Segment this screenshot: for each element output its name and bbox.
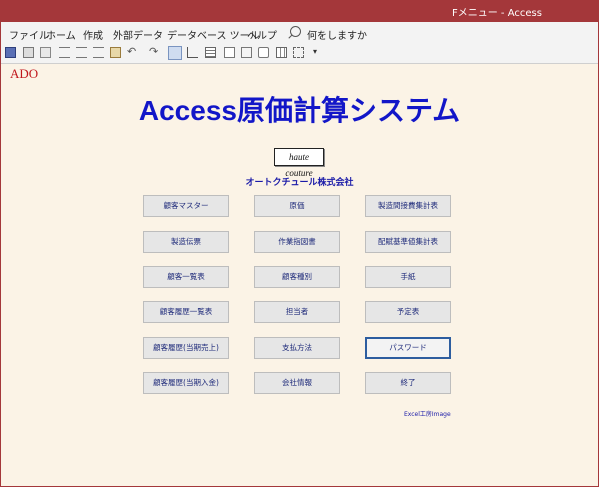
customer-type-button[interactable]: 顧客種別 (254, 266, 340, 288)
credit-label: Excel工房Image (404, 411, 451, 418)
payment-method-button[interactable]: 支払方法 (254, 337, 340, 359)
menu-file[interactable]: ファイル (9, 27, 49, 42)
find-icon[interactable] (258, 47, 269, 58)
undo-icon[interactable]: ↶ (127, 46, 138, 58)
menu-external-data[interactable]: 外部データ (113, 27, 163, 42)
letter-button[interactable]: 手紙 (365, 266, 451, 288)
exit-button[interactable]: 終了 (365, 372, 451, 394)
menu-home[interactable]: ホーム (46, 27, 76, 42)
customer-history-list-button[interactable]: 顧客履歴一覧表 (143, 301, 229, 323)
design-view-icon[interactable] (187, 47, 198, 58)
customer-history-receipts-button[interactable]: 顧客履歴(当期入金) (143, 372, 229, 394)
menu-create[interactable]: 作成 (83, 27, 103, 42)
password-button[interactable]: パスワード (365, 337, 451, 359)
align-right-icon[interactable] (93, 47, 104, 58)
menu-bar: ファイル ホーム 作成 外部データ データベース ツール ヘルプ 何をしますか (0, 22, 599, 42)
window-title: Fメニュー - Access (452, 8, 542, 19)
page-title: Access原価計算システム (138, 95, 461, 126)
redo-icon[interactable]: ↷ (149, 46, 160, 58)
form-view-icon[interactable] (168, 46, 182, 60)
customize-icon[interactable]: ▾ (313, 47, 324, 58)
paste-icon[interactable] (110, 47, 121, 58)
ado-label: ADO (10, 66, 39, 81)
align-center-icon[interactable] (76, 47, 87, 58)
align-left-icon[interactable] (59, 47, 70, 58)
save-icon[interactable] (5, 47, 16, 58)
company-logo: haute couture (274, 148, 324, 178)
tell-me-search[interactable]: 何をしますか (307, 27, 367, 42)
schedule-button[interactable]: 予定表 (365, 301, 451, 323)
properties-icon[interactable] (293, 47, 304, 58)
cost-button[interactable]: 原価 (254, 195, 340, 217)
print-preview-icon[interactable] (23, 47, 34, 58)
overhead-summary-button[interactable]: 製造間接費集計表 (365, 195, 451, 217)
report-icon[interactable] (224, 47, 235, 58)
company-info-button[interactable]: 会社情報 (254, 372, 340, 394)
search-icon[interactable] (290, 26, 301, 37)
staff-button[interactable]: 担当者 (254, 301, 340, 323)
work-order-button[interactable]: 作業指図書 (254, 231, 340, 253)
customer-list-button[interactable]: 顧客一覧表 (143, 266, 229, 288)
manufacturing-slip-button[interactable]: 製造伝票 (143, 231, 229, 253)
table-icon[interactable] (276, 47, 287, 58)
datasheet-icon[interactable] (205, 47, 216, 58)
allocation-summary-button[interactable]: 配賦基準値集計表 (365, 231, 451, 253)
query-icon[interactable] (241, 47, 252, 58)
customer-history-sales-button[interactable]: 顧客履歴(当期売上) (143, 337, 229, 359)
spelling-icon[interactable] (40, 47, 51, 58)
quick-access-toolbar: ↶ ↷ ▾ (0, 42, 599, 64)
customer-master-button[interactable]: 顧客マスター (143, 195, 229, 217)
menu-help[interactable]: ヘルプ (247, 27, 277, 42)
title-bar: Fメニュー - Access (0, 0, 599, 22)
menu-database-tools[interactable]: データベース ツール (167, 27, 260, 42)
company-name: オートクチュール株式会社 (245, 178, 354, 188)
